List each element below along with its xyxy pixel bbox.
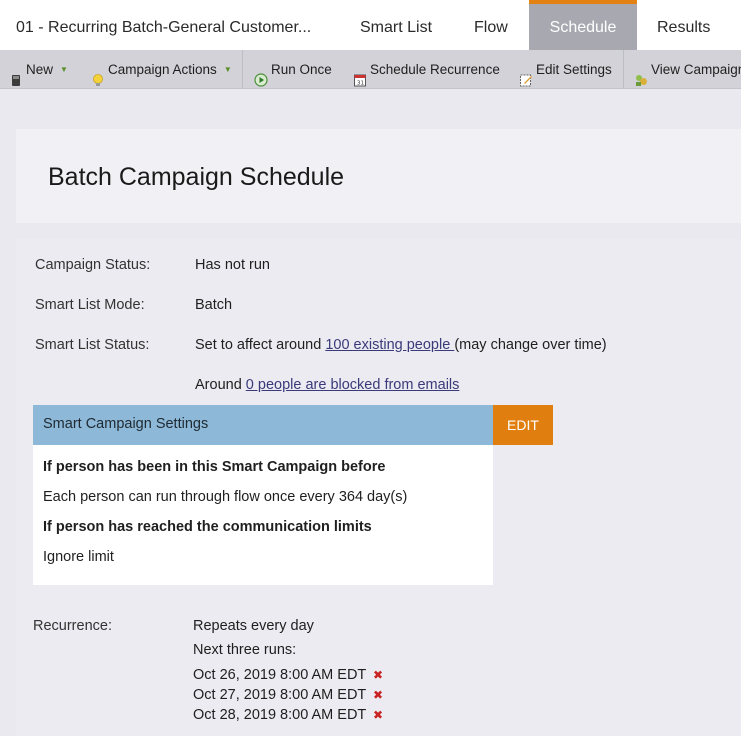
blocked-prefix: Around <box>195 377 242 393</box>
svg-text:31: 31 <box>357 80 364 86</box>
delete-run-icon[interactable]: ✖ <box>373 668 383 682</box>
calendar-icon: 31 <box>353 63 367 86</box>
page-title: Batch Campaign Schedule <box>48 163 345 191</box>
next-run-item: Oct 28, 2019 8:00 AM EDT <box>193 707 367 723</box>
new-icon <box>9 63 23 86</box>
next-run-item: Oct 26, 2019 8:00 AM EDT <box>193 667 367 683</box>
campaign-actions-menu-button[interactable]: Campaign Actions ▼ <box>91 50 232 89</box>
view-campaign-button[interactable]: View Campaign <box>634 50 741 89</box>
qualification-rule-value: Each person can run through flow once ev… <box>43 489 408 505</box>
edit-settings-button[interactable]: Edit Settings <box>519 50 612 89</box>
tab-results[interactable]: Results <box>657 0 710 50</box>
smart-list-status-suffix: (may change over time) <box>454 337 607 353</box>
smart-list-status-value: Set to affect around 100 existing people… <box>195 337 607 353</box>
edit-settings-link-button[interactable]: EDIT <box>493 405 553 445</box>
tab-campaign-title[interactable]: 01 - Recurring Batch-General Customer... <box>16 0 311 50</box>
delete-run-icon[interactable]: ✖ <box>373 708 383 722</box>
delete-run-icon[interactable]: ✖ <box>373 688 383 702</box>
smart-list-mode-label: Smart List Mode: <box>35 297 145 313</box>
tab-flow[interactable]: Flow <box>474 0 508 50</box>
page-header: Batch Campaign Schedule <box>16 129 741 223</box>
campaign-status-value: Has not run <box>195 257 270 273</box>
blocked-people-link[interactable]: 0 people are blocked from emails <box>246 377 460 393</box>
communication-limit-value: Ignore limit <box>43 549 114 565</box>
chevron-down-icon: ▼ <box>60 65 68 74</box>
edit-settings-label: Edit Settings <box>536 62 612 77</box>
run-once-button[interactable]: Run Once <box>254 50 332 89</box>
recurrence-value: Repeats every day <box>193 618 314 634</box>
view-campaign-icon <box>634 63 648 86</box>
toolbar-divider <box>242 50 243 89</box>
campaign-actions-label: Campaign Actions <box>108 62 217 77</box>
edit-settings-icon <box>519 63 533 86</box>
campaign-status-label: Campaign Status: <box>35 257 151 273</box>
tab-bar: 01 - Recurring Batch-General Customer...… <box>0 0 741 50</box>
toolbar-divider <box>623 50 624 89</box>
run-once-label: Run Once <box>271 62 332 77</box>
lightbulb-icon <box>91 63 105 86</box>
schedule-panel: Campaign Status: Has not run Smart List … <box>16 239 741 736</box>
run-once-icon <box>254 63 268 87</box>
qualification-rule-heading: If person has been in this Smart Campaig… <box>43 459 386 475</box>
smart-list-status-label: Smart List Status: <box>35 337 150 353</box>
recurrence-label: Recurrence: <box>33 618 112 634</box>
next-run-item: Oct 27, 2019 8:00 AM EDT <box>193 687 367 703</box>
tab-schedule[interactable]: Schedule <box>529 0 637 50</box>
next-runs-label: Next three runs: <box>193 642 297 658</box>
existing-people-link[interactable]: 100 existing people <box>325 337 454 353</box>
settings-header-label: Smart Campaign Settings <box>43 416 209 432</box>
blocked-people-row: Around 0 people are blocked from emails <box>195 377 459 393</box>
smart-campaign-settings-header: Smart Campaign Settings <box>33 405 493 445</box>
smart-campaign-settings-body: If person has been in this Smart Campaig… <box>33 445 493 585</box>
schedule-recurrence-label: Schedule Recurrence <box>370 62 500 77</box>
smart-list-status-prefix: Set to affect around <box>195 337 322 353</box>
smart-list-mode-value: Batch <box>195 297 233 313</box>
schedule-recurrence-button[interactable]: 31 Schedule Recurrence <box>353 50 500 89</box>
toolbar: New ▼ Campaign Actions ▼ Run Once 31 Sch… <box>0 50 741 89</box>
view-campaign-label: View Campaign <box>651 62 741 77</box>
chevron-down-icon: ▼ <box>223 65 232 74</box>
new-label: New <box>26 62 54 77</box>
tab-smart-list[interactable]: Smart List <box>360 0 432 50</box>
new-menu-button[interactable]: New ▼ <box>9 50 68 89</box>
communication-limit-heading: If person has reached the communication … <box>43 519 372 535</box>
